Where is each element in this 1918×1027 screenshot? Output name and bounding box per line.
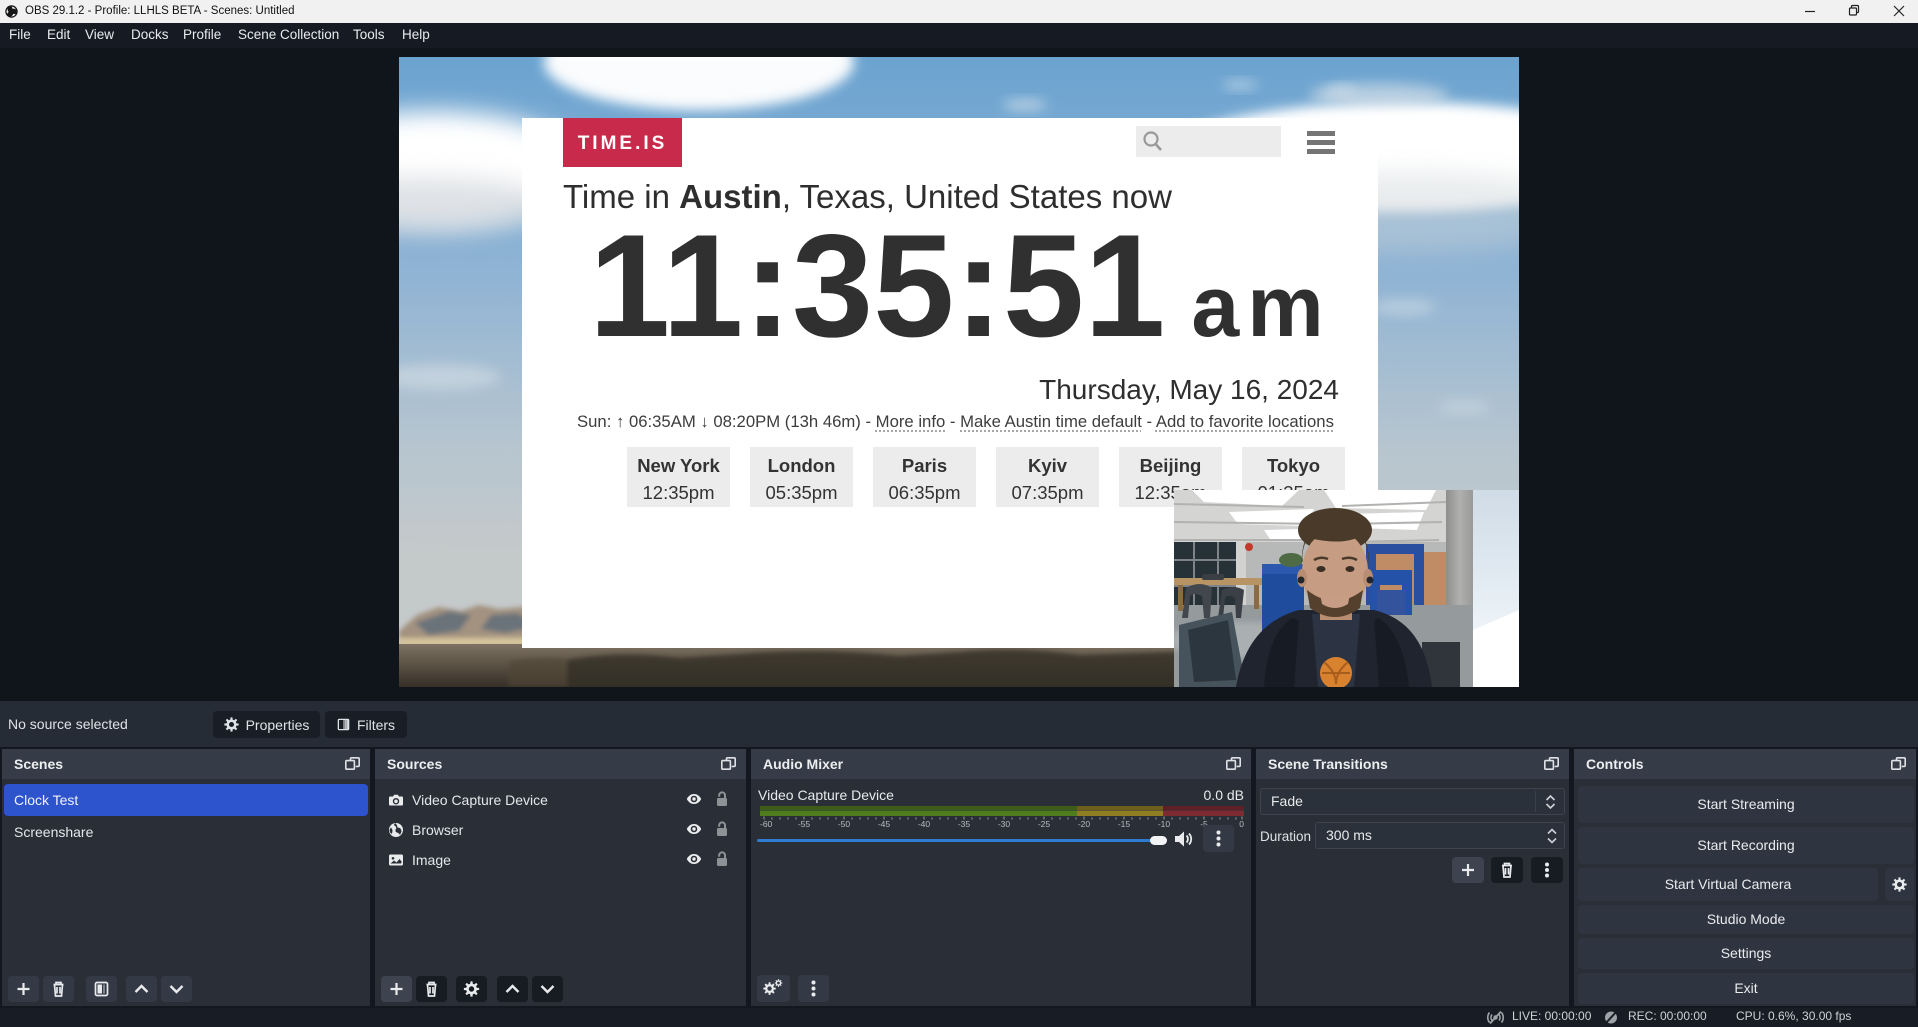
svg-text:-40: -40 <box>918 819 931 829</box>
svg-text:-20: -20 <box>1078 819 1091 829</box>
svg-text:-15: -15 <box>1118 819 1131 829</box>
svg-text:-30: -30 <box>998 819 1011 829</box>
svg-text:-45: -45 <box>878 819 891 829</box>
svg-text:0: 0 <box>1239 819 1244 829</box>
svg-text:-50: -50 <box>838 819 851 829</box>
svg-text:-35: -35 <box>958 819 971 829</box>
svg-text:-55: -55 <box>798 819 811 829</box>
svg-text:-10: -10 <box>1158 819 1171 829</box>
svg-text:-25: -25 <box>1038 819 1051 829</box>
svg-text:-60: -60 <box>760 819 773 829</box>
